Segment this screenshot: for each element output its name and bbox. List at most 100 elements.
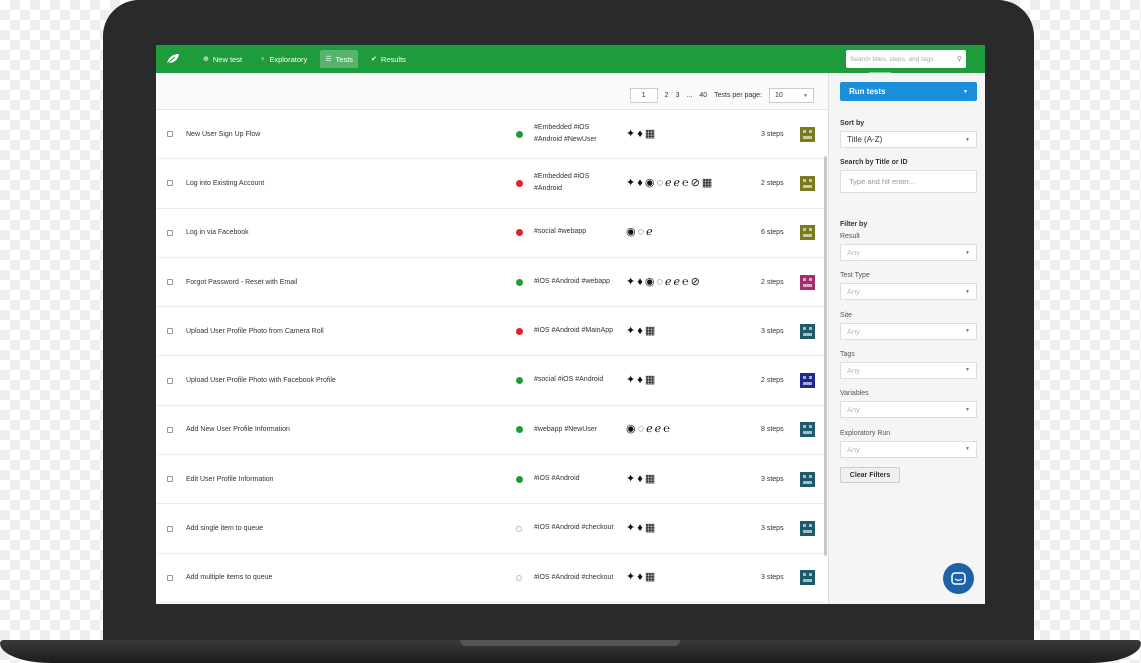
test-tags: #iOS #Android #checkout	[534, 573, 614, 581]
status-dot	[516, 377, 523, 385]
environment-icons: ◉ ◌ ℯ ℯ ℮	[626, 423, 746, 436]
step-count: 3 steps	[761, 574, 784, 582]
test-title[interactable]: Upload User Profile Photo from Camera Ro…	[186, 328, 324, 335]
chevron-down-icon: ▼	[965, 136, 970, 143]
row-checkbox[interactable]	[167, 131, 173, 138]
page-link[interactable]: 3	[676, 92, 680, 99]
test-row[interactable]: Log in via Facebook #social #webapp ◉ ◌ ℯ 6 s…	[156, 209, 828, 258]
avatar	[800, 126, 815, 142]
nav-results[interactable]: ✔ Results	[366, 50, 411, 68]
test-title[interactable]: Add New User Profile Information	[186, 426, 290, 433]
title-search-placeholder: Type and hit enter...	[849, 177, 915, 186]
title-search-input[interactable]: Type and hit enter...	[840, 170, 977, 193]
row-checkbox[interactable]	[167, 574, 173, 581]
per-page-select[interactable]: 10 ▼	[769, 88, 814, 103]
row-checkbox[interactable]	[167, 525, 173, 532]
row-checkbox[interactable]	[167, 377, 173, 384]
test-row[interactable]: Add multiple items to queue #iOS #Android…	[156, 554, 828, 603]
sidebar: Run tests ▼ Sort by Title (A-Z) ▼ Search…	[828, 73, 985, 604]
test-row[interactable]: Log into Existing Account #Embedded #iOS …	[156, 159, 828, 209]
chevron-down-icon: ▼	[965, 328, 970, 335]
test-tags: #social #webapp	[534, 228, 587, 236]
tests-list-panel: 1 2 3... 40 Tests per page: 10 ▼ New User …	[156, 73, 828, 604]
environment-icons: ◉ ◌ ℯ	[626, 226, 746, 239]
test-title[interactable]: Log in via Facebook	[186, 229, 249, 236]
row-checkbox[interactable]	[167, 229, 173, 236]
android-icon: ✦	[626, 374, 636, 387]
row-checkbox[interactable]	[167, 328, 173, 335]
test-title[interactable]: New User Sign Up Flow	[186, 131, 260, 138]
apple-icon: ♦	[637, 522, 643, 535]
row-checkbox[interactable]	[167, 476, 173, 483]
apple-icon: ♦	[637, 176, 643, 189]
avatar	[800, 521, 815, 537]
row-checkbox[interactable]	[167, 279, 173, 286]
apple-icon: ♦	[637, 571, 643, 584]
nav-item-label: New test	[212, 54, 243, 64]
test-row[interactable]: Add New User Profile Information #webapp …	[156, 406, 828, 456]
test-tags: #Embedded #iOS #Android	[534, 172, 590, 193]
chrome-icon: ◉	[626, 423, 636, 436]
row-checkbox[interactable]	[167, 426, 173, 433]
scrollbar[interactable]	[824, 156, 827, 556]
nav-exploratory[interactable]: ♀ Exploratory	[255, 50, 312, 68]
test-row[interactable]: Add single item to queue #iOS #Android #c…	[156, 504, 828, 554]
chevron-down-icon: ▼	[965, 406, 970, 413]
filter-value: Any	[847, 248, 860, 257]
filter-select[interactable]: Any ▼	[840, 361, 977, 379]
filter-select[interactable]: Any ▼	[840, 401, 977, 419]
test-rows: New User Sign Up Flow #Embedded #iOS #And…	[156, 110, 828, 603]
chevron-down-icon[interactable]: ▼	[963, 89, 968, 95]
android-icon: ✦	[626, 176, 636, 189]
row-checkbox[interactable]	[167, 180, 173, 187]
filter-select[interactable]: Any ▼	[840, 244, 977, 261]
apple-icon: ♦	[637, 127, 643, 140]
test-row[interactable]: Forgot Password - Reset with Email #iOS #…	[156, 258, 828, 308]
nav-item-label: Results	[380, 54, 406, 64]
ie-icon: ℯ	[665, 275, 672, 288]
test-row[interactable]: New User Sign Up Flow #Embedded #iOS #And…	[156, 110, 828, 160]
avatar	[800, 274, 815, 290]
search-input[interactable]: Search titles, steps, and tags ⚲	[846, 50, 966, 68]
test-title[interactable]: Add multiple items to queue	[186, 574, 272, 581]
chat-icon	[951, 571, 966, 585]
filter-select[interactable]: Any ▼	[840, 283, 977, 301]
top-nav: ⊕ New test ♀ Exploratory ☰ Tests ✔ Results Sear…	[156, 45, 985, 74]
current-page-input[interactable]: 1	[629, 88, 658, 103]
sort-label: Sort by	[840, 120, 865, 127]
page-link[interactable]: 40	[699, 92, 707, 99]
test-tags: #iOS #Android #MainApp	[534, 327, 613, 335]
environment-icons: ✦ ♦ ▦	[626, 128, 746, 141]
test-title[interactable]: Log into Existing Account	[186, 180, 264, 187]
ie-icon: ℯ	[665, 176, 672, 189]
step-count: 6 steps	[761, 229, 784, 237]
environment-icons: ✦ ♦ ◉ ◌ ℯ ℯ ℮ ⊘ ▦	[626, 177, 746, 190]
run-tests-button[interactable]: Run tests ▼	[840, 82, 977, 101]
test-tags: #Embedded #iOS #Android #NewUser	[534, 123, 597, 144]
test-title[interactable]: Add single item to queue	[186, 525, 263, 532]
nav-new-test[interactable]: ⊕ New test	[198, 50, 247, 68]
sort-select[interactable]: Title (A-Z) ▼	[840, 131, 977, 148]
check-circle-icon: ✔	[371, 55, 377, 63]
test-row[interactable]: Upload User Profile Photo with Facebook …	[156, 356, 828, 406]
chat-launcher-button[interactable]	[943, 563, 974, 594]
page-link[interactable]: 2	[665, 92, 669, 99]
leaf-logo-icon[interactable]	[166, 53, 180, 65]
test-title[interactable]: Forgot Password - Reset with Email	[186, 279, 297, 286]
filter-select[interactable]: Any ▼	[840, 440, 977, 458]
test-title[interactable]: Edit User Profile Information	[186, 476, 274, 483]
edge-icon: ℮	[682, 176, 689, 189]
nav-tests[interactable]: ☰ Tests	[320, 50, 359, 68]
step-count: 3 steps	[761, 475, 784, 483]
test-row[interactable]: Upload User Profile Photo from Camera Ro…	[156, 307, 828, 357]
search-icon[interactable]: ⚲	[957, 55, 962, 63]
calendar-icon: ▦	[644, 472, 656, 485]
test-row[interactable]: Edit User Profile Information #iOS #Andro…	[156, 455, 828, 505]
test-title[interactable]: Upload User Profile Photo with Facebook …	[186, 377, 336, 384]
filter-select[interactable]: Any ▼	[840, 322, 977, 340]
clear-filters-button[interactable]: Clear Filters	[840, 467, 900, 483]
apple-icon: ♦	[637, 472, 643, 485]
android-icon: ✦	[626, 571, 636, 584]
status-dot	[516, 130, 523, 138]
environment-icons: ✦ ♦ ▦	[626, 473, 746, 486]
